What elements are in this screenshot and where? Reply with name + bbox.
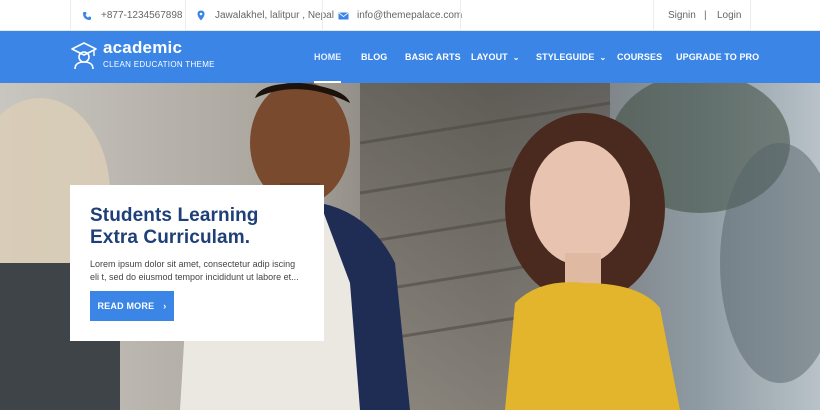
main-navigation: academic CLEAN EDUCATION THEME HOME BLOG… (0, 31, 820, 83)
top-bar: +877-1234567898 Jawalakhel, lalitpur , N… (0, 0, 820, 31)
map-pin-icon (195, 10, 207, 22)
nav-upgrade-to-pro[interactable]: UPGRADE TO PRO (676, 31, 759, 83)
read-more-button[interactable]: READ MORE › (90, 291, 174, 321)
phone-icon (81, 10, 93, 22)
hero-caption-card: Students Learning Extra Curriculam. Lore… (70, 185, 324, 341)
login-link[interactable]: Login (717, 0, 741, 31)
chevron-right-icon: › (163, 301, 167, 311)
hero-title-line-2: Extra Curriculam. (90, 227, 251, 248)
link-divider: | (704, 10, 707, 21)
graduate-icon (70, 40, 98, 70)
phone-number: +877-1234567898 (101, 10, 183, 21)
nav-home[interactable]: HOME (314, 31, 342, 83)
nav-layout[interactable]: LAYOUT ⌄ (471, 31, 520, 83)
nav-label: HOME (314, 52, 342, 62)
hero-title: Students Learning Extra Curriculam. (90, 205, 304, 249)
email-contact[interactable]: info@themepalace.com (337, 0, 462, 31)
envelope-icon (337, 10, 349, 22)
address-text: Jawalakhel, lalitpur , Nepal (215, 10, 334, 21)
email-text: info@themepalace.com (357, 10, 463, 21)
nav-label: STYLEGUIDE (536, 52, 595, 62)
site-name: academic (103, 38, 183, 57)
nav-label: COURSES (617, 52, 663, 62)
address-contact: Jawalakhel, lalitpur , Nepal (195, 0, 334, 31)
chevron-down-icon: ⌄ (512, 53, 520, 62)
hero-excerpt: Lorem ipsum dolor sit amet, consectetur … (90, 259, 299, 282)
divider (185, 0, 186, 31)
nav-label: UPGRADE TO PRO (676, 52, 760, 62)
nav-basic-arts[interactable]: BASIC ARTS (405, 31, 461, 83)
signin-link[interactable]: Signin (668, 0, 696, 31)
divider (750, 0, 751, 31)
nav-styleguide[interactable]: STYLEGUIDE ⌄ (536, 31, 606, 83)
nav-blog[interactable]: BLOG (361, 31, 387, 83)
read-more-label: READ MORE (97, 301, 155, 311)
nav-label: LAYOUT (471, 52, 508, 62)
chevron-down-icon: ⌄ (599, 53, 607, 62)
hero-title-line-1: Students Learning (90, 205, 259, 226)
nav-label: BLOG (361, 52, 388, 62)
divider (460, 0, 461, 31)
divider (70, 0, 71, 31)
phone-contact[interactable]: +877-1234567898 (81, 0, 182, 31)
divider (653, 0, 654, 31)
site-tagline: CLEAN EDUCATION THEME (103, 60, 215, 69)
nav-courses[interactable]: COURSES (617, 31, 662, 83)
divider (322, 0, 323, 31)
site-logo[interactable]: academic CLEAN EDUCATION THEME (70, 39, 215, 71)
nav-label: BASIC ARTS (405, 52, 461, 62)
